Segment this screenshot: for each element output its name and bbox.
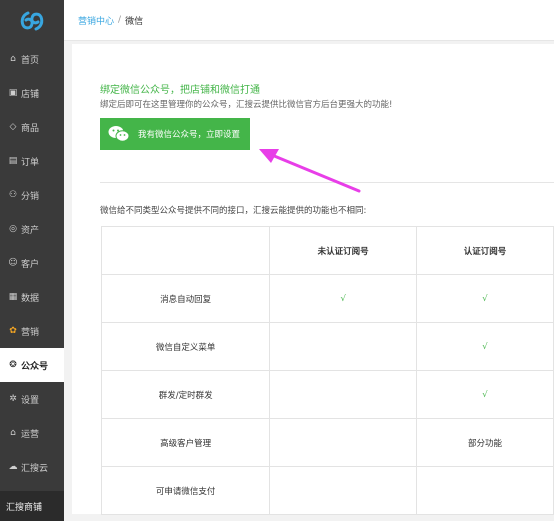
store-icon: ▣ bbox=[8, 88, 18, 98]
logo[interactable] bbox=[0, 0, 64, 42]
breadcrumb: 营销中心 / 微信 bbox=[64, 0, 554, 41]
table-header-unverified: 未认证订阅号 bbox=[269, 226, 418, 275]
sidebar-item-label: 店铺 bbox=[21, 89, 40, 100]
sidebar-item-official-account[interactable]: ❂ 公众号 bbox=[0, 348, 64, 382]
setup-wechat-button-label: 我有微信公众号，立即设置 bbox=[138, 130, 241, 140]
breadcrumb-parent-link[interactable]: 营销中心 bbox=[78, 14, 114, 27]
sidebar-item-label: 订单 bbox=[21, 157, 40, 168]
wechat-icon bbox=[108, 126, 130, 142]
sidebar-item-label: 数据 bbox=[21, 293, 40, 304]
sidebar-item-label: 运营 bbox=[21, 429, 40, 440]
breadcrumb-current: 微信 bbox=[125, 16, 144, 27]
official-account-icon: ❂ bbox=[9, 360, 17, 370]
sidebar-item-label: 公众号 bbox=[21, 361, 49, 372]
sidebar-bottom-shop[interactable]: 汇搜商铺 bbox=[0, 491, 64, 521]
feature-comparison-table: 未认证订阅号 认证订阅号 消息自动回复 √ √ 微信自定义菜单 √ 群发/定时群发 √ 高级客… bbox=[100, 226, 554, 515]
order-icon: ▤ bbox=[8, 156, 18, 166]
feature-cell: 高级客户管理 bbox=[100, 418, 271, 467]
verified-cell: √ bbox=[416, 322, 554, 371]
sidebar-item-home[interactable]: ⌂ 首页 bbox=[0, 42, 64, 76]
setup-wechat-button[interactable]: 我有微信公众号，立即设置 bbox=[100, 118, 250, 150]
marketing-icon: ✿ bbox=[9, 326, 17, 336]
sidebar-item-label: 营销 bbox=[21, 327, 40, 338]
table-row: 群发/定时群发 √ bbox=[100, 370, 554, 419]
sidebar-item-label: 首页 bbox=[21, 55, 40, 66]
feature-cell: 消息自动回复 bbox=[100, 274, 271, 323]
table-header-feature bbox=[100, 226, 271, 275]
sidebar-item-assets[interactable]: ◎ 资产 bbox=[0, 212, 64, 246]
unverified-cell: √ bbox=[269, 274, 418, 323]
verified-cell: 部分功能 bbox=[416, 418, 554, 467]
verified-cell bbox=[416, 466, 554, 515]
bind-title: 绑定微信公众号，把店铺和微信打通 bbox=[100, 85, 260, 96]
feature-cell: 群发/定时群发 bbox=[100, 370, 271, 419]
table-header-row: 未认证订阅号 认证订阅号 bbox=[100, 226, 554, 275]
unverified-cell bbox=[269, 466, 418, 515]
distribution-icon: ⚇ bbox=[8, 190, 18, 200]
sidebar-bottom-label: 汇搜商铺 bbox=[6, 502, 43, 513]
tag-icon: ◇ bbox=[9, 122, 17, 132]
sidebar-item-label: 资产 bbox=[21, 225, 40, 236]
sidebar-item-marketing[interactable]: ✿ 营销 bbox=[0, 314, 64, 348]
table-row: 可申请微信支付 bbox=[100, 466, 554, 515]
sidebar-item-distribution[interactable]: ⚇ 分销 bbox=[0, 178, 64, 212]
annotation-arrow bbox=[259, 149, 361, 193]
home-icon: ⌂ bbox=[10, 54, 16, 64]
sidebar-item-order[interactable]: ▤ 订单 bbox=[0, 144, 64, 178]
bind-description: 绑定后即可在这里管理你的公众号，汇搜云提供比微信官方后台更强大的功能! bbox=[100, 100, 393, 110]
unverified-cell bbox=[269, 418, 418, 467]
sidebar-item-label: 商品 bbox=[21, 123, 40, 134]
sidebar-item-data[interactable]: ▦ 数据 bbox=[0, 280, 64, 314]
operations-icon: ⌂ bbox=[10, 428, 16, 438]
verified-cell: √ bbox=[416, 370, 554, 419]
customer-icon: ☺ bbox=[8, 258, 18, 268]
verified-cell: √ bbox=[416, 274, 554, 323]
unverified-cell bbox=[269, 370, 418, 419]
table-header-verified: 认证订阅号 bbox=[416, 226, 554, 275]
feature-cell: 可申请微信支付 bbox=[100, 466, 271, 515]
compare-intro: 微信给不同类型公众号提供不同的接口，汇搜云能提供的功能也不相同: bbox=[100, 206, 367, 216]
sidebar-item-label: 分销 bbox=[21, 191, 40, 202]
table-row: 微信自定义菜单 √ bbox=[100, 322, 554, 371]
sidebar-item-cloud[interactable]: ☁ 汇搜云 bbox=[0, 450, 64, 484]
unverified-cell bbox=[269, 322, 418, 371]
sidebar-item-label: 客户 bbox=[21, 259, 40, 270]
cloud-icon: ☁ bbox=[8, 462, 18, 472]
main-panel: 绑定微信公众号，把店铺和微信打通 绑定后即可在这里管理你的公众号，汇搜云提供比微… bbox=[72, 44, 554, 515]
sidebar-item-store[interactable]: ▣ 店铺 bbox=[0, 76, 64, 110]
table-row: 消息自动回复 √ √ bbox=[100, 274, 554, 323]
sidebar-item-label: 汇搜云 bbox=[21, 463, 49, 474]
table-row: 高级客户管理 部分功能 bbox=[100, 418, 554, 467]
sidebar-item-settings[interactable]: ✲ 设置 bbox=[0, 382, 64, 416]
assets-icon: ◎ bbox=[9, 224, 17, 234]
sidebar-item-tag[interactable]: ◇ 商品 bbox=[0, 110, 64, 144]
sidebar: ⌂ 首页 ▣ 店铺 ◇ 商品 ▤ 订单 ⚇ 分销 ◎ 资产 ☺ 客户 ▦ 数据 ✿ 营销 ❂ 公众号 ✲ 设置 ⌂ 运营 ☁ 汇搜… bbox=[0, 0, 64, 521]
sidebar-item-label: 设置 bbox=[21, 395, 40, 406]
brand-logo-icon bbox=[20, 11, 44, 31]
sidebar-item-customer[interactable]: ☺ 客户 bbox=[0, 246, 64, 280]
breadcrumb-separator: / bbox=[118, 15, 122, 25]
data-icon: ▦ bbox=[8, 292, 18, 302]
settings-icon: ✲ bbox=[9, 394, 17, 404]
sidebar-item-operations[interactable]: ⌂ 运营 bbox=[0, 416, 64, 450]
feature-cell: 微信自定义菜单 bbox=[100, 322, 271, 371]
